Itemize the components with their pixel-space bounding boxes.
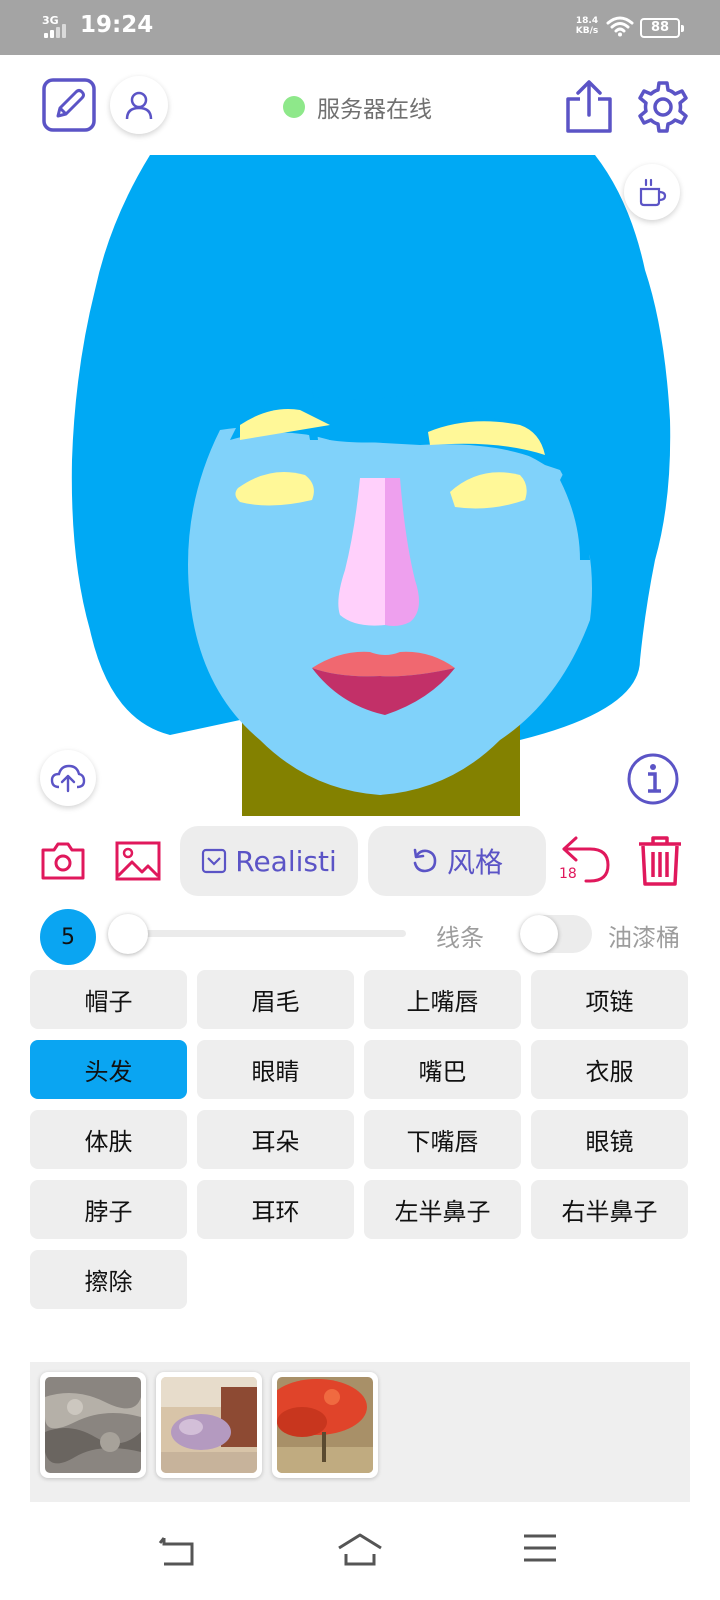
camera-button[interactable] [40,838,86,884]
refresh-icon [413,848,437,873]
battery-icon: 88 [640,18,684,38]
category-button[interactable]: 眼睛 [197,1040,354,1099]
dropdown-box-icon [202,848,227,874]
line-mode-label: 线条 [436,924,484,952]
style-button-label: 风格 [446,846,503,879]
cloud-upload-icon [50,764,86,793]
paint-bucket-toggle-knob [520,915,558,953]
brush-size-value: 5 [61,924,75,950]
floral-texture-image [161,1377,257,1473]
drawing-canvas[interactable] [0,150,720,816]
category-label: 帽子 [84,988,133,1016]
user-button[interactable] [110,76,168,134]
category-button[interactable]: 衣服 [531,1040,688,1099]
category-label: 眼睛 [251,1058,300,1086]
category-label: 左半鼻子 [394,1198,491,1226]
edit-button[interactable] [40,76,98,134]
brush-size-slider-thumb[interactable] [108,914,148,954]
camera-icon [41,842,85,880]
user-icon [125,91,153,120]
category-label: 眉毛 [251,988,300,1016]
category-button[interactable]: 嘴巴 [364,1040,521,1099]
back-icon[interactable] [158,1534,198,1568]
category-button[interactable]: 帽子 [30,970,187,1029]
category-label: 脖子 [84,1198,133,1226]
red-texture-image [277,1377,373,1473]
pen-square-icon [42,78,96,132]
category-button-selected[interactable]: 头发 [30,1040,187,1099]
category-button[interactable]: 上嘴唇 [364,970,521,1029]
style-thumbnail-strip [30,1362,690,1502]
app-screen: 3G 19:24 18.4 KB/s 88 服务器在线 Realisti 风格 … [0,0,720,1600]
status-bar: 3G 19:24 18.4 KB/s 88 [0,0,720,55]
paint-bucket-toggle[interactable] [520,915,592,953]
network-type: 3G [42,14,59,27]
segment-category-grid: 帽子 眉毛 上嘴唇 项链 头发 眼睛 嘴巴 衣服 体肤 耳朵 下嘴唇 眼镜 脖子… [30,970,690,1309]
category-button[interactable]: 体肤 [30,1110,187,1169]
system-navigation-bar [0,1520,720,1600]
segmentation-drawing [71,155,671,816]
grey-texture-image [45,1377,141,1473]
category-label: 下嘴唇 [406,1128,479,1156]
settings-button[interactable] [636,80,690,134]
brush-size-slider[interactable] [128,930,406,937]
share-button[interactable] [564,78,614,136]
category-button[interactable]: 耳朵 [197,1110,354,1169]
share-icon [566,80,612,133]
network-speed-value: 18.4 [575,16,599,26]
info-button[interactable] [626,752,680,806]
eraser-button[interactable]: 擦除 [30,1250,187,1309]
image-icon [115,841,161,881]
style-thumbnail-grey[interactable] [40,1372,146,1478]
category-button[interactable]: 眉毛 [197,970,354,1029]
category-button[interactable]: 右半鼻子 [531,1180,688,1239]
server-status: 服务器在线 [283,92,432,123]
category-button[interactable]: 眼镜 [531,1110,688,1169]
category-label: 上嘴唇 [406,988,479,1016]
info-icon [627,753,679,805]
delete-button[interactable] [636,834,684,888]
category-button[interactable]: 项链 [531,970,688,1029]
category-label: 嘴巴 [418,1058,467,1086]
category-button[interactable]: 下嘴唇 [364,1110,521,1169]
brush-size-indicator: 5 [40,909,96,965]
gear-icon [638,81,688,133]
gallery-button[interactable] [114,838,162,884]
category-label: 项链 [585,988,634,1016]
upload-button[interactable] [40,750,96,806]
coffee-cup-icon [639,178,667,207]
category-label: 眼镜 [585,1128,634,1156]
style-thumbnail-floral[interactable] [156,1372,262,1478]
battery-level: 88 [650,20,670,35]
wifi-icon [606,16,634,37]
signal-icon: 3G [40,14,74,40]
category-button[interactable]: 耳环 [197,1180,354,1239]
category-label: 体肤 [84,1128,133,1156]
category-button[interactable]: 左半鼻子 [364,1180,521,1239]
trash-icon [639,836,681,886]
category-label: 右半鼻子 [561,1198,658,1226]
style-select-label: Realisti [235,844,337,878]
category-label: 头发 [84,1058,133,1086]
coffee-button[interactable] [624,164,680,220]
style-button[interactable]: 风格 [368,826,546,896]
clock: 19:24 [80,12,154,38]
menu-icon[interactable] [522,1532,558,1564]
server-status-text: 服务器在线 [317,97,432,123]
network-speed-unit: KB/s [575,26,599,36]
category-label: 擦除 [84,1268,133,1296]
server-status-dot [283,96,305,118]
category-label: 衣服 [585,1058,634,1086]
style-thumbnail-red[interactable] [272,1372,378,1478]
undo-count: 18 [559,866,577,882]
category-label: 耳朵 [251,1128,300,1156]
category-label: 耳环 [251,1198,300,1226]
network-speed: 18.4 KB/s [572,16,602,36]
home-icon[interactable] [336,1532,384,1568]
category-button[interactable]: 脖子 [30,1180,187,1239]
paint-bucket-label: 油漆桶 [608,924,680,952]
style-select[interactable]: Realisti [180,826,358,896]
